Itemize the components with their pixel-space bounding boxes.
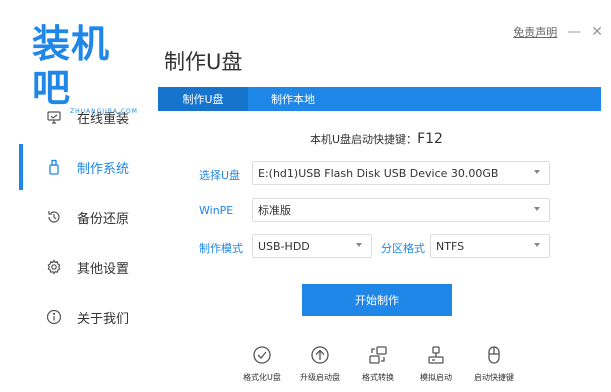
winpe-label: WinPE	[199, 204, 234, 217]
tool-simulate-boot[interactable]: 模拟启动	[407, 345, 465, 383]
sidebar-item-about-us[interactable]: 关于我们	[0, 292, 150, 342]
sidebar-item-label: 制作系统	[77, 161, 130, 177]
tool-boot-hotkey[interactable]: 启动快捷键	[465, 345, 523, 383]
gear-icon	[46, 259, 62, 275]
tool-format-usb[interactable]: 格式化U盘	[233, 345, 291, 383]
sidebar-item-make-system[interactable]: 制作系统	[0, 142, 150, 192]
partition-label: 分区格式	[381, 242, 425, 255]
tool-bar: 格式化U盘 升级启动盘 格式转换 模拟启动 启动快捷键	[233, 345, 523, 383]
tool-upgrade-boot-disk[interactable]: 升级启动盘	[291, 345, 349, 383]
winpe-select[interactable]: 标准版	[252, 198, 550, 222]
app-logo: 装机吧 ZHUANGJIBA.COM	[32, 22, 142, 115]
backup-restore-icon	[46, 209, 62, 225]
chevron-down-icon	[356, 243, 362, 247]
window-controls: 免责声明 — ✕	[513, 24, 603, 40]
chevron-down-icon	[534, 207, 540, 211]
mode-select[interactable]: USB-HDD	[252, 234, 372, 258]
partition-select-value: NTFS	[436, 239, 465, 253]
mode-label: 制作模式	[199, 242, 243, 255]
tab-make-usb[interactable]: 制作U盘	[158, 87, 248, 111]
usb-drive-icon	[46, 159, 62, 175]
partition-select[interactable]: NTFS	[430, 234, 550, 258]
chevron-down-icon	[534, 243, 540, 247]
tool-label: 格式转换	[362, 373, 394, 382]
winpe-select-value: 标准版	[258, 204, 291, 217]
tool-format-convert[interactable]: 格式转换	[349, 345, 407, 383]
upgrade-arrow-icon	[311, 346, 329, 364]
format-check-icon	[253, 346, 271, 364]
sidebar-item-backup-restore[interactable]: 备份还原	[0, 192, 150, 242]
usb-boot-hotkey: 本机U盘启动快捷键：F12	[310, 131, 443, 147]
sidebar-item-label: 在线重装	[77, 111, 130, 127]
tool-label: 模拟启动	[420, 373, 452, 382]
simulate-boot-icon	[428, 346, 444, 364]
page-title: 制作U盘	[164, 50, 243, 74]
sidebar-item-online-reinstall[interactable]: 在线重装	[0, 92, 150, 142]
disclaimer-link[interactable]: 免责声明	[513, 24, 557, 40]
usb-select-label: 选择U盘	[199, 169, 241, 182]
hotkey-key: F12	[417, 131, 443, 147]
sidebar-item-label: 备份还原	[77, 211, 130, 227]
chevron-down-icon	[534, 170, 540, 174]
sidebar-item-label: 关于我们	[77, 311, 130, 327]
close-button[interactable]: ✕	[591, 25, 603, 39]
hotkey-prefix: 本机U盘启动快捷键：	[310, 133, 418, 146]
start-make-button[interactable]: 开始制作	[302, 284, 452, 316]
sidebar-item-label: 其他设置	[77, 261, 130, 277]
tab-bar: 制作U盘 制作本地	[158, 87, 601, 111]
tool-label: 升级启动盘	[300, 373, 340, 382]
minimize-button[interactable]: —	[567, 25, 581, 39]
tab-make-local[interactable]: 制作本地	[248, 87, 338, 111]
mode-select-value: USB-HDD	[258, 239, 310, 253]
info-icon	[46, 309, 62, 325]
monitor-icon	[46, 109, 62, 125]
mouse-icon	[488, 346, 500, 364]
sidebar: 在线重装 制作系统 备份还原 其他设置 关于我们	[0, 92, 150, 342]
sidebar-item-other-settings[interactable]: 其他设置	[0, 242, 150, 292]
tool-label: 格式化U盘	[243, 373, 281, 382]
tool-label: 启动快捷键	[474, 373, 514, 382]
convert-icon	[369, 346, 387, 364]
usb-select[interactable]: E:(hd1)USB Flash Disk USB Device 30.00GB	[252, 161, 550, 185]
usb-select-value: E:(hd1)USB Flash Disk USB Device 30.00GB	[258, 166, 499, 180]
